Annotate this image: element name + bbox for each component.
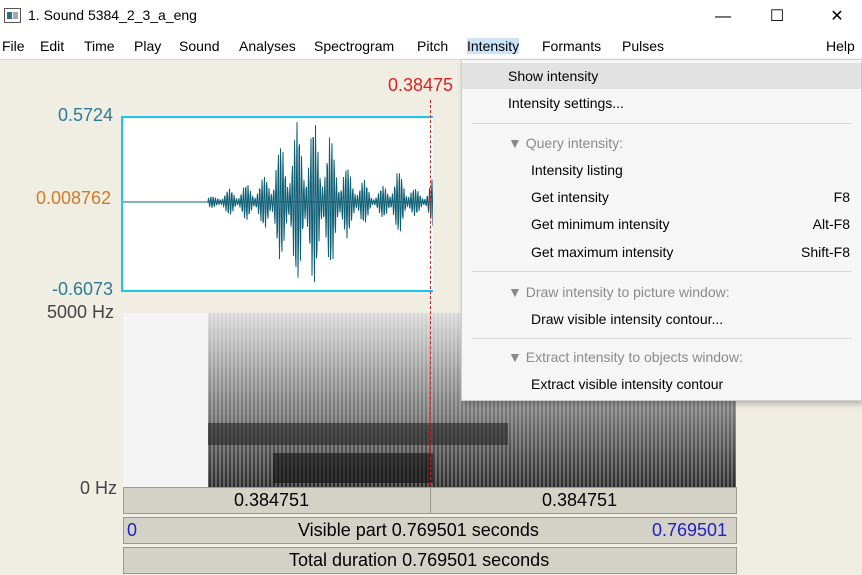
get-maximum-intensity-shortcut: Shift-F8 (800, 244, 850, 260)
spectrogram-low-band (273, 453, 433, 483)
intensity-listing-item[interactable]: Intensity listing (462, 157, 861, 183)
minimize-button[interactable]: — (700, 0, 746, 33)
menu-edit[interactable]: Edit (40, 38, 64, 54)
window-title: 1. Sound 5384_2_3_a_eng (28, 7, 197, 23)
visible-part-label: Visible part 0.769501 seconds (298, 520, 539, 540)
waveform-min-label: -0.6073 (52, 279, 114, 299)
draw-visible-intensity-contour-item[interactable]: Draw visible intensity contour... (462, 306, 861, 332)
menu-separator (472, 123, 852, 124)
cursor-time-label: 0.38475 (388, 75, 454, 95)
menu-sound[interactable]: Sound (179, 38, 219, 54)
intensity-menu: Show intensity Intensity settings... ▼ Q… (461, 59, 862, 401)
menu-separator (472, 271, 852, 272)
get-maximum-intensity-item[interactable]: Get maximum intensity Shift-F8 (462, 239, 861, 265)
menu-bar: File Edit Time Play Sound Analyses Spect… (0, 33, 862, 59)
close-button[interactable]: ✕ (814, 0, 860, 33)
get-intensity-shortcut: F8 (833, 189, 850, 205)
selection-bar[interactable]: 0.384751 0.384751 (123, 487, 737, 514)
menu-separator (472, 338, 852, 339)
menu-intensity[interactable]: Intensity (467, 38, 520, 54)
menu-file[interactable]: File (2, 38, 25, 54)
show-intensity-item[interactable]: Show intensity (462, 63, 861, 89)
maximize-button[interactable]: ☐ (754, 0, 800, 33)
selection-bar-divider (430, 488, 431, 513)
get-minimum-intensity-item[interactable]: Get minimum intensity Alt-F8 (462, 211, 861, 237)
get-minimum-intensity-shortcut: Alt-F8 (812, 216, 850, 232)
menu-pulses[interactable]: Pulses (622, 38, 664, 54)
waveform-zero-label: 0.008762 (36, 188, 112, 208)
menu-play[interactable]: Play (134, 38, 161, 54)
praat-app-icon (4, 8, 21, 23)
selection-left-time[interactable]: 0.384751 (234, 490, 309, 511)
spectrogram-bottom-label: 0 Hz (80, 478, 118, 498)
extract-intensity-header: ▼ Extract intensity to objects window: (508, 349, 743, 365)
menu-analyses[interactable]: Analyses (239, 38, 296, 54)
menu-help[interactable]: Help (826, 38, 855, 54)
total-duration-label: Total duration 0.769501 seconds (289, 550, 550, 570)
visible-part-bar[interactable]: 0 Visible part 0.769501 seconds 0.769501 (123, 517, 737, 544)
get-intensity-item[interactable]: Get intensity F8 (462, 184, 861, 210)
draw-intensity-header: ▼ Draw intensity to picture window: (508, 284, 730, 300)
visible-end-time: 0.769501 (652, 520, 728, 540)
waveform-max-label: 0.5724 (58, 105, 114, 125)
intensity-settings-item[interactable]: Intensity settings... (462, 90, 861, 116)
extract-visible-intensity-contour-item[interactable]: Extract visible intensity contour (462, 371, 861, 397)
menu-formants[interactable]: Formants (542, 38, 601, 54)
menu-time[interactable]: Time (84, 38, 115, 54)
visible-start-time: 0 (127, 520, 138, 540)
spectrogram-silence-region (123, 313, 208, 487)
query-intensity-header: ▼ Query intensity: (508, 135, 624, 151)
waveform-panel[interactable] (121, 116, 433, 292)
cursor-line (430, 100, 431, 490)
title-bar: 1. Sound 5384_2_3_a_eng — ☐ ✕ (0, 0, 862, 33)
menu-spectrogram[interactable]: Spectrogram (314, 38, 394, 54)
selection-right-time[interactable]: 0.384751 (542, 490, 617, 511)
waveform-plot (123, 122, 433, 283)
menu-pitch[interactable]: Pitch (417, 38, 448, 54)
spectrogram-top-label: 5000 Hz (47, 302, 115, 322)
spectrogram-formant-band (208, 423, 508, 445)
total-duration-bar[interactable]: Total duration 0.769501 seconds (123, 547, 737, 574)
